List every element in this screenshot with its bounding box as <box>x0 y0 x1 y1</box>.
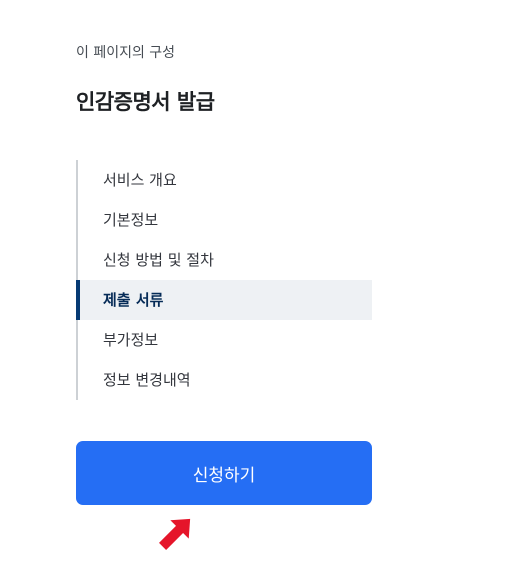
toc-item-service-overview[interactable]: 서비스 개요 <box>78 160 372 200</box>
page-title: 인감증명서 발급 <box>76 90 215 114</box>
toc-item-additional-info[interactable]: 부가정보 <box>78 320 372 360</box>
page: 이 페이지의 구성 인감증명서 발급 서비스 개요 기본정보 신청 방법 및 절… <box>0 0 507 588</box>
toc-caption: 이 페이지의 구성 <box>76 45 176 61</box>
apply-button[interactable]: 신청하기 <box>76 441 372 505</box>
toc-item-required-documents[interactable]: 제출 서류 <box>76 280 372 320</box>
toc-item-basic-info[interactable]: 기본정보 <box>78 200 372 240</box>
toc-item-application-procedure[interactable]: 신청 방법 및 절차 <box>78 240 372 280</box>
toc-nav: 서비스 개요 기본정보 신청 방법 및 절차 제출 서류 부가정보 정보 변경내… <box>76 160 372 400</box>
arrow-pointer-icon <box>159 518 191 550</box>
toc-item-change-history[interactable]: 정보 변경내역 <box>78 360 372 400</box>
